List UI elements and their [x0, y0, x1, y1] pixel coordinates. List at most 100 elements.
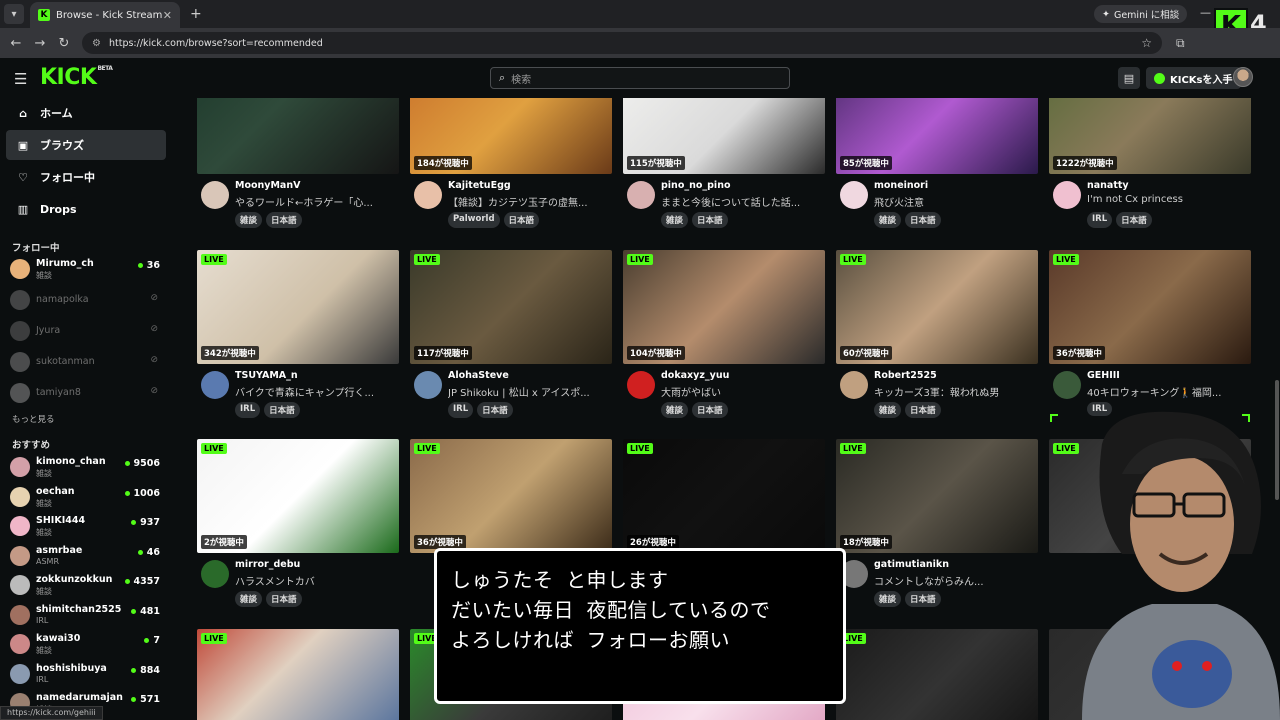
tag-chip[interactable]: 日本語: [266, 212, 302, 228]
sidebar-channel-oechan[interactable]: oechan 雑談 1006: [10, 484, 160, 510]
avatar[interactable]: [201, 560, 229, 588]
tag-chip[interactable]: IRL: [448, 402, 474, 418]
avatar[interactable]: [414, 371, 442, 399]
sidebar-channel-sukotanman[interactable]: sukotanman ⊘: [10, 349, 160, 375]
tag-chip[interactable]: 日本語: [692, 402, 728, 418]
channel-name[interactable]: pino_no_pino: [661, 180, 730, 191]
tag-chip[interactable]: 雑談: [235, 212, 263, 228]
tag-chip[interactable]: 日本語: [503, 212, 540, 228]
stream-thumbnail[interactable]: LIVE 60が視聴中: [836, 250, 1038, 364]
kick-logo[interactable]: KICKBETA: [40, 65, 113, 90]
channel-name[interactable]: Robert2525: [874, 370, 937, 381]
stream-title[interactable]: バイクで青森にキャンプ行く...: [235, 384, 395, 399]
tab-close-icon[interactable]: ✕: [163, 9, 172, 22]
sidebar-channel-tamiyan8[interactable]: tamiyan8 ⊘: [10, 380, 160, 406]
sidebar-channel-Jyura[interactable]: Jyura ⊘: [10, 318, 160, 344]
stream-thumbnail[interactable]: LIVE 342が視聴中: [197, 250, 399, 364]
stream-thumbnail[interactable]: LIVE 36が視聴中: [1049, 250, 1251, 364]
nav-home[interactable]: ⌂ ホーム: [6, 98, 166, 128]
forward-icon[interactable]: →: [32, 36, 48, 51]
stream-title[interactable]: 【雑談】カジテツ玉子の虚無...: [448, 194, 608, 209]
channel-name[interactable]: KajitetuEgg: [448, 180, 511, 191]
sidebar-channel-kimono_chan[interactable]: kimono_chan 雑談 9506: [10, 454, 160, 480]
stream-thumbnail[interactable]: [197, 98, 399, 174]
stream-thumbnail[interactable]: LIVE 2が視聴中: [197, 439, 399, 553]
avatar[interactable]: [414, 181, 442, 209]
channel-name[interactable]: AlohaSteve: [448, 370, 509, 381]
stream-card[interactable]: LIVE 60が視聴中 Robert2525 キッカーズ3軍：報われぬ男 雑談 日本…: [836, 250, 1038, 424]
stream-thumbnail[interactable]: 184が視聴中: [410, 98, 612, 174]
tag-chip[interactable]: 雑談: [874, 591, 902, 607]
menu-icon[interactable]: ☰: [14, 70, 27, 88]
stream-thumbnail[interactable]: LIVE 36が視聴中: [410, 439, 612, 553]
stream-card[interactable]: LIVE: [836, 629, 1038, 720]
stream-thumbnail[interactable]: LIVE: [836, 629, 1038, 720]
channel-name[interactable]: gatimutianikn: [874, 559, 949, 570]
channel-name[interactable]: moneinori: [874, 180, 928, 191]
site-info-icon[interactable]: ⚙: [92, 38, 101, 49]
tag-chip[interactable]: 日本語: [266, 591, 302, 607]
tab-search-icon[interactable]: ▾: [4, 4, 24, 24]
stream-card[interactable]: 115が視聴中 pino_no_pino ままと今後について話した話... 雑談…: [623, 98, 825, 234]
nav-browse[interactable]: ▣ ブラウズ: [6, 130, 166, 160]
avatar[interactable]: [840, 181, 868, 209]
tag-chip[interactable]: 日本語: [905, 212, 941, 228]
minimize-icon[interactable]: —: [1200, 6, 1211, 19]
avatar[interactable]: [627, 371, 655, 399]
channel-name[interactable]: nanatty: [1087, 180, 1129, 191]
channel-name[interactable]: TSUYAMA_n: [235, 370, 298, 381]
stream-card[interactable]: LIVE 342が視聴中 TSUYAMA_n バイクで青森にキャンプ行く... I…: [197, 250, 399, 424]
sidebar-channel-namapolka[interactable]: namapolka ⊘: [10, 287, 160, 313]
stream-thumbnail[interactable]: LIVE: [197, 629, 399, 720]
stream-card[interactable]: LIVE 104が視聴中 dokaxyz_yuu 大雨がやばい 雑談 日本語: [623, 250, 825, 424]
gemini-button[interactable]: ✦ Gemini に相談: [1094, 5, 1188, 23]
tag-chip[interactable]: 雑談: [874, 212, 902, 228]
stream-thumbnail[interactable]: 115が視聴中: [623, 98, 825, 174]
stream-thumbnail[interactable]: LIVE 104が視聴中: [623, 250, 825, 364]
sidebar-channel-kawai30[interactable]: kawai30 雑談 7: [10, 631, 160, 657]
search-input[interactable]: ⌕ 検索: [490, 67, 790, 89]
tag-chip[interactable]: 雑談: [661, 212, 689, 228]
stream-title[interactable]: ハラスメントカバ: [235, 573, 395, 588]
tag-chip[interactable]: 日本語: [905, 402, 941, 418]
get-kicks-button[interactable]: KICKsを入手: [1146, 67, 1241, 89]
sidebar-channel-asmrbae[interactable]: asmrbae ASMR 46: [10, 543, 160, 569]
sidebar-channel-SHIKI444[interactable]: SHIKI444 雑談 937: [10, 513, 160, 539]
tag-chip[interactable]: IRL: [1087, 212, 1113, 228]
nav-following[interactable]: ♡ フォロー中: [6, 162, 166, 192]
stream-card[interactable]: 184が視聴中 KajitetuEgg 【雑談】カジテツ玉子の虚無... Pal…: [410, 98, 612, 234]
address-bar[interactable]: ⚙ https://kick.com/browse?sort=recommend…: [82, 32, 1162, 54]
extensions-icon[interactable]: ⧉: [1176, 36, 1185, 51]
avatar[interactable]: [627, 181, 655, 209]
stream-title[interactable]: JP Shikoku | 松山 x アイスポ...: [448, 384, 608, 399]
tag-chip[interactable]: 雑談: [661, 402, 689, 418]
stream-title[interactable]: 飛び火注意: [874, 194, 1034, 209]
stream-title[interactable]: キッカーズ3軍：報われぬ男: [874, 384, 1034, 399]
tag-chip[interactable]: 日本語: [905, 591, 941, 607]
tag-chip[interactable]: 日本語: [264, 402, 300, 418]
browser-tab[interactable]: K Browse - Kick Streaming ✕: [30, 2, 180, 28]
new-tab-icon[interactable]: +: [190, 6, 202, 22]
stream-card[interactable]: LIVE 36が視聴中: [410, 439, 612, 553]
stream-card[interactable]: LIVE: [197, 629, 399, 720]
stream-title[interactable]: 40キロウォーキング🚶福岡...: [1087, 384, 1247, 399]
tag-chip[interactable]: 雑談: [235, 591, 263, 607]
user-avatar[interactable]: [1233, 67, 1253, 87]
stream-title[interactable]: I'm not Cx princess: [1087, 194, 1247, 205]
stream-card[interactable]: 1222が視聴中 nanatty I'm not Cx princess IRL…: [1049, 98, 1251, 234]
back-icon[interactable]: ←: [8, 36, 24, 51]
tag-chip[interactable]: 日本語: [1116, 212, 1152, 228]
avatar[interactable]: [201, 181, 229, 209]
sidebar-channel-hoshishibuya[interactable]: hoshishibuya IRL 884: [10, 661, 160, 687]
sidebar-channel-Mirumo_ch[interactable]: Mirumo_ch 雑談 36: [10, 256, 160, 282]
reload-icon[interactable]: ↻: [56, 36, 72, 51]
stream-thumbnail[interactable]: LIVE 117が視聴中: [410, 250, 612, 364]
stream-thumbnail[interactable]: LIVE 26が視聴中: [623, 439, 825, 553]
stream-thumbnail[interactable]: LIVE 18が視聴中: [836, 439, 1038, 553]
show-more-link[interactable]: もっと見る: [12, 413, 55, 425]
tag-chip[interactable]: 日本語: [692, 212, 728, 228]
channel-name[interactable]: mirror_debu: [235, 559, 300, 570]
channel-name[interactable]: dokaxyz_yuu: [661, 370, 729, 381]
avatar[interactable]: [1053, 181, 1081, 209]
stream-title[interactable]: コメントしながらみん...: [874, 573, 1034, 588]
